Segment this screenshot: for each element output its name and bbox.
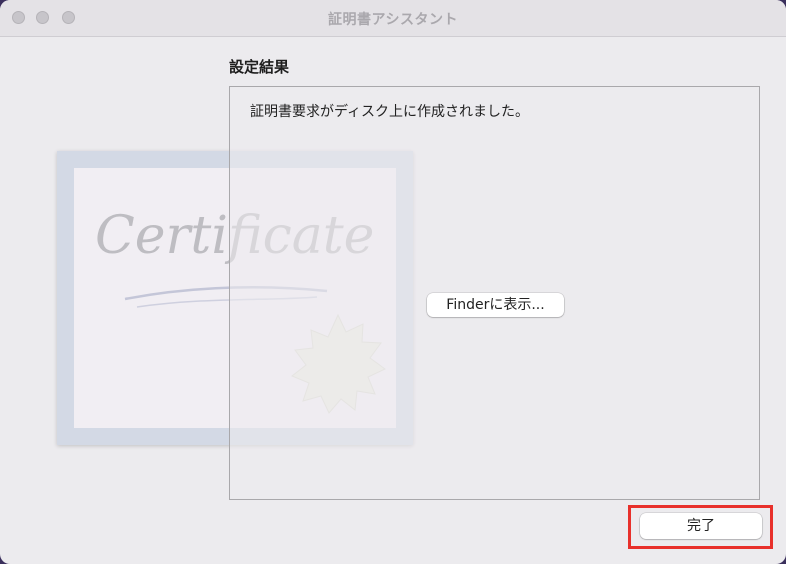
settings-result-heading: 設定結果 — [229, 58, 290, 76]
show-in-finder-button[interactable]: Finderに表示... — [427, 293, 564, 317]
result-message: 証明書要求がディスク上に作成されました。 — [250, 104, 530, 120]
result-panel: 証明書要求がディスク上に作成されました。 Finderに表示... — [229, 86, 760, 500]
done-button[interactable]: 完了 — [640, 513, 762, 539]
certificate-assistant-window: 証明書アシスタント Certificate 設定結果 証明書要求がディスク上に作… — [0, 0, 786, 564]
window-title: 証明書アシスタント — [328, 12, 458, 28]
title-bar: 証明書アシスタント — [0, 0, 786, 37]
